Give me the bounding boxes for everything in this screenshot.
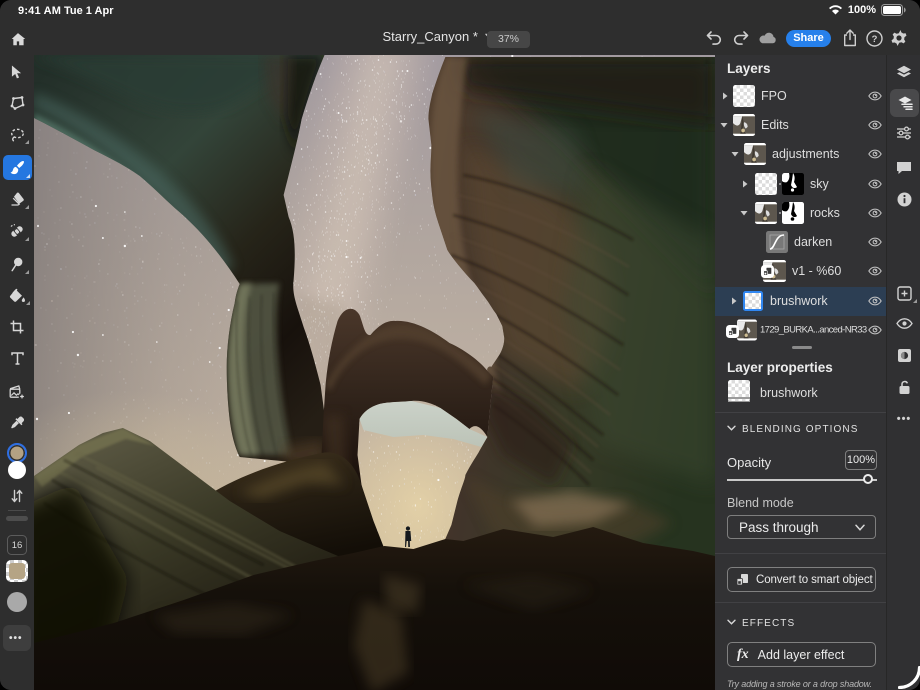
svg-text:?: ? bbox=[872, 34, 878, 45]
